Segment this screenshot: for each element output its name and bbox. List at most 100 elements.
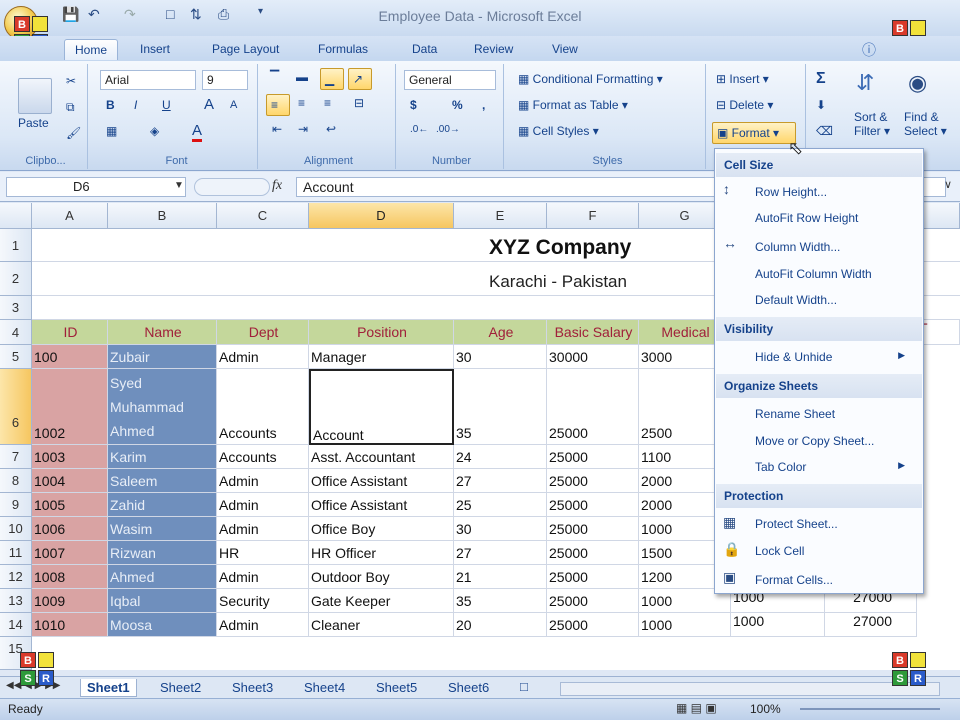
- cell-basic-salary[interactable]: 25000: [547, 517, 639, 541]
- cell-age[interactable]: 35: [454, 589, 547, 613]
- cell-dept[interactable]: Admin: [217, 345, 309, 369]
- paste-button[interactable]: Paste: [18, 116, 49, 130]
- column-header-c[interactable]: C: [217, 203, 309, 229]
- font-size-combo[interactable]: 9: [202, 70, 248, 90]
- cell-name[interactable]: Syed Muhammad Ahmed: [108, 369, 217, 445]
- cell-age[interactable]: 25: [454, 493, 547, 517]
- increase-indent-icon[interactable]: ⇥: [298, 122, 308, 136]
- select-all-corner[interactable]: [0, 203, 32, 229]
- zoom-level[interactable]: 100%: [750, 702, 781, 716]
- increase-decimal-icon[interactable]: .0←: [410, 124, 428, 135]
- borders-icon[interactable]: ▦: [106, 124, 117, 138]
- decrease-decimal-icon[interactable]: .00→: [436, 124, 460, 135]
- find-select-button[interactable]: Find & Select ▾: [904, 110, 947, 138]
- cell-basic-salary[interactable]: 25000: [547, 493, 639, 517]
- row-header[interactable]: 5: [0, 345, 32, 369]
- row-header[interactable]: 3: [0, 296, 32, 320]
- horizontal-scrollbar[interactable]: [560, 682, 940, 696]
- row-header[interactable]: 6: [0, 369, 32, 445]
- cell-dept[interactable]: Admin: [217, 469, 309, 493]
- binoculars-icon[interactable]: ◉: [908, 70, 927, 96]
- menu-default-width[interactable]: Default Width...: [755, 293, 837, 307]
- row-header[interactable]: 1: [0, 229, 32, 262]
- cell-position[interactable]: Manager: [309, 345, 454, 369]
- cell-basic-salary[interactable]: 25000: [547, 369, 639, 445]
- sheet-tab-1[interactable]: Sheet1: [80, 679, 137, 697]
- menu-lock-cell[interactable]: Lock Cell: [755, 544, 804, 558]
- cell-name[interactable]: Ahmed: [108, 565, 217, 589]
- delete-button[interactable]: ⊟ Delete ▾: [716, 98, 773, 112]
- cell-position[interactable]: Outdoor Boy: [309, 565, 454, 589]
- expand-formula-icon[interactable]: ∨: [944, 178, 952, 191]
- cell-age[interactable]: 30: [454, 517, 547, 541]
- cell-age[interactable]: 21: [454, 565, 547, 589]
- menu-tab-color[interactable]: Tab Color ▶: [755, 460, 915, 474]
- font-name-combo[interactable]: Arial: [100, 70, 196, 90]
- decrease-indent-icon[interactable]: ⇤: [272, 122, 282, 136]
- align-top-icon[interactable]: ▔: [270, 70, 279, 84]
- view-buttons-icon[interactable]: ▦ ▤ ▣: [676, 701, 717, 715]
- cell-id[interactable]: 1006: [32, 517, 108, 541]
- cell-basic-salary[interactable]: 25000: [547, 445, 639, 469]
- row-header[interactable]: 7: [0, 445, 32, 469]
- cell-dept[interactable]: Accounts: [217, 369, 309, 445]
- cell-name[interactable]: Zahid: [108, 493, 217, 517]
- cell-age[interactable]: 30: [454, 345, 547, 369]
- row-header[interactable]: 2: [0, 262, 32, 296]
- cell-id[interactable]: 1008: [32, 565, 108, 589]
- header-id[interactable]: ID: [32, 320, 108, 345]
- cell-basic-salary[interactable]: 25000: [547, 589, 639, 613]
- currency-button[interactable]: $: [410, 98, 417, 112]
- cell-name[interactable]: Iqbal: [108, 589, 217, 613]
- sheet-tab-2[interactable]: Sheet2: [154, 679, 207, 697]
- header-position[interactable]: Position: [309, 320, 454, 345]
- sort-filter-button[interactable]: Sort & Filter ▾: [854, 110, 890, 138]
- cell-age[interactable]: 27: [454, 469, 547, 493]
- header-age[interactable]: Age: [454, 320, 547, 345]
- bold-button[interactable]: B: [106, 98, 115, 112]
- shrink-font-button[interactable]: A: [230, 99, 237, 111]
- cell-basic-salary[interactable]: 25000: [547, 469, 639, 493]
- orientation-icon[interactable]: ↗: [348, 68, 372, 90]
- row-header[interactable]: 13: [0, 589, 32, 613]
- percent-button[interactable]: %: [452, 98, 463, 112]
- wrap-text-icon[interactable]: ↩: [326, 122, 336, 136]
- align-middle-icon[interactable]: ▬: [296, 70, 308, 84]
- cell-basic-salary[interactable]: 25000: [547, 565, 639, 589]
- cell-age[interactable]: 24: [454, 445, 547, 469]
- italic-button[interactable]: I: [134, 98, 137, 112]
- clear-icon[interactable]: ⌫: [816, 124, 833, 138]
- column-header-e[interactable]: E: [454, 203, 547, 229]
- row-header[interactable]: 8: [0, 469, 32, 493]
- menu-rename-sheet[interactable]: Rename Sheet: [755, 407, 835, 421]
- sheet-tab-4[interactable]: Sheet4: [298, 679, 351, 697]
- insert-button[interactable]: ⊞ Insert ▾: [716, 72, 769, 86]
- cell-dept[interactable]: Admin: [217, 517, 309, 541]
- fx-button[interactable]: fx: [272, 178, 282, 194]
- cell-age[interactable]: 35: [454, 369, 547, 445]
- row-header[interactable]: 4: [0, 320, 32, 345]
- tab-insert[interactable]: Insert: [140, 42, 170, 56]
- menu-format-cells[interactable]: Format Cells...: [755, 573, 833, 587]
- cell-basic-salary[interactable]: 30000: [547, 345, 639, 369]
- column-header-b[interactable]: B: [108, 203, 217, 229]
- cell-position[interactable]: Office Assistant: [309, 493, 454, 517]
- cell-basic-salary[interactable]: 25000: [547, 613, 639, 637]
- align-center-icon[interactable]: ≡: [298, 96, 305, 110]
- cell-position[interactable]: Office Assistant: [309, 469, 454, 493]
- cell-name[interactable]: Saleem: [108, 469, 217, 493]
- format-painter-icon[interactable]: 🖌: [66, 126, 81, 140]
- copy-icon[interactable]: ⧉: [66, 100, 75, 115]
- cell-age[interactable]: 20: [454, 613, 547, 637]
- cell-name[interactable]: Moosa: [108, 613, 217, 637]
- tab-home[interactable]: Home: [64, 39, 119, 60]
- row-header[interactable]: 10: [0, 517, 32, 541]
- header-name[interactable]: Name: [108, 320, 217, 345]
- font-color-button[interactable]: A: [192, 122, 203, 142]
- cut-icon[interactable]: ✂: [66, 74, 76, 88]
- column-header-d[interactable]: D: [309, 203, 454, 229]
- menu-row-height[interactable]: Row Height...: [755, 185, 827, 199]
- cell-name[interactable]: Wasim: [108, 517, 217, 541]
- cell-dept[interactable]: HR: [217, 541, 309, 565]
- column-header-a[interactable]: A: [32, 203, 108, 229]
